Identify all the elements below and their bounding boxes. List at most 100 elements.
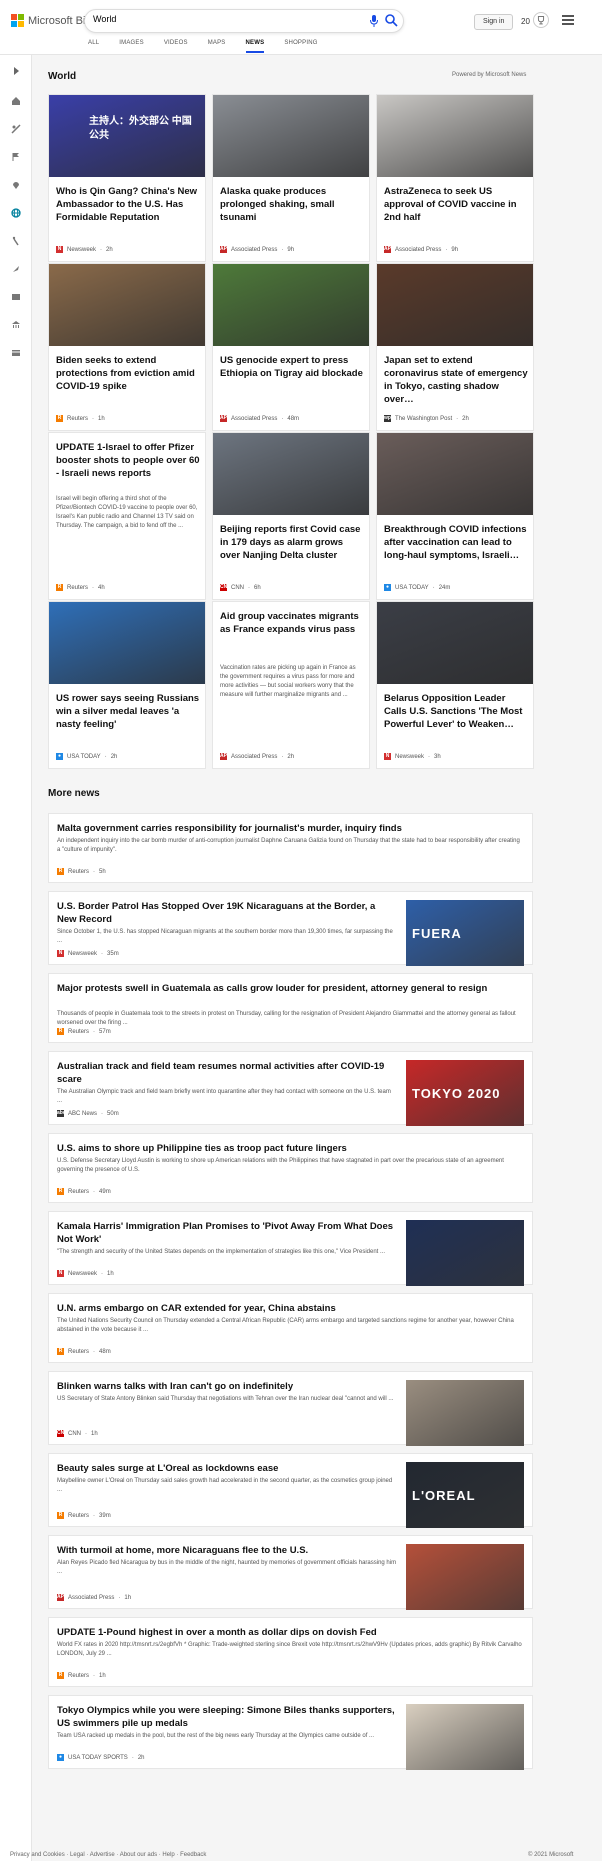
news-card[interactable]: UPDATE 1-Israel to offer Pfizer booster … [48,432,206,600]
more-news-item[interactable]: Major protests swell in Guatemala as cal… [48,973,533,1043]
more-news-source[interactable]: ● USA TODAY SPORTS · 2h [57,1754,145,1761]
news-card-title[interactable]: US genocide expert to press Ethiopia on … [220,354,365,380]
news-card-source[interactable]: AP Associated Press · 9h [384,246,458,253]
news-card-image[interactable]: 主持人：外交部公 中国公共 [49,95,205,177]
news-card-image[interactable] [213,95,369,177]
news-card[interactable]: Alaska quake produces prolonged shaking,… [212,94,370,262]
news-card-image[interactable] [213,433,369,515]
more-news-item[interactable]: Blinken warns talks with Iran can't go o… [48,1371,533,1446]
news-card-source[interactable]: AP Associated Press · 48m [220,415,299,422]
more-news-source[interactable]: R Reuters · 39m [57,1512,111,1519]
search-box[interactable] [84,9,404,33]
rewards-trophy-icon[interactable] [533,12,549,28]
more-news-item[interactable]: Kamala Harris' Immigration Plan Promises… [48,1211,533,1286]
news-card-image[interactable] [49,602,205,684]
news-card-source[interactable]: CNN CNN · 6h [220,584,261,591]
rocket-icon[interactable] [11,264,21,274]
powered-by[interactable]: Powered by Microsoft News [452,72,526,78]
more-news-title[interactable]: U.N. arms embargo on CAR extended for ye… [57,1302,522,1315]
tab-shopping[interactable]: SHOPPING [284,40,317,53]
more-news-item[interactable]: U.S. Border Patrol Has Stopped Over 19K … [48,891,533,966]
more-news-thumbnail[interactable] [406,1704,524,1770]
more-news-item[interactable]: U.S. aims to shore up Philippine ties as… [48,1133,533,1203]
more-news-item[interactable]: UPDATE 1-Pound highest in over a month a… [48,1617,533,1687]
news-card-title[interactable]: Belarus Opposition Leader Calls U.S. San… [384,692,529,731]
more-news-title[interactable]: U.S. Border Patrol Has Stopped Over 19K … [57,900,397,926]
more-news-item[interactable]: Tokyo Olympics while you were sleeping: … [48,1695,533,1770]
news-card[interactable]: Belarus Opposition Leader Calls U.S. San… [376,601,534,769]
news-card[interactable]: Beijing reports first Covid case in 179 … [212,432,370,600]
more-news-title[interactable]: Malta government carries responsibility … [57,822,522,835]
news-card[interactable]: AstraZeneca to seek US approval of COVID… [376,94,534,262]
news-card-image[interactable] [377,264,533,346]
news-card-image[interactable] [377,95,533,177]
more-news-title[interactable]: With turmoil at home, more Nicaraguans f… [57,1544,397,1557]
news-card-source[interactable]: AP Associated Press · 2h [220,753,294,760]
home-icon[interactable] [11,96,21,106]
more-news-thumbnail[interactable] [406,1220,524,1286]
tab-all[interactable]: ALL [88,40,99,53]
more-news-title[interactable]: Blinken warns talks with Iran can't go o… [57,1380,397,1393]
more-news-title[interactable]: U.S. aims to shore up Philippine ties as… [57,1142,522,1155]
more-news-source[interactable]: R Reuters · 49m [57,1188,111,1195]
more-news-thumbnail[interactable]: TOKYO 2020 [406,1060,524,1126]
hamburger-menu-icon[interactable] [562,15,574,25]
news-card-title[interactable]: Japan set to extend coronavirus state of… [384,354,529,406]
news-card[interactable]: US rower says seeing Russians win a silv… [48,601,206,769]
microphone-icon[interactable] [369,14,379,28]
flag-icon[interactable] [11,152,21,162]
video-icon[interactable] [11,292,21,302]
more-news-source[interactable]: R Reuters · 5h [57,868,106,875]
news-card-title[interactable]: Breakthrough COVID infections after vacc… [384,523,529,562]
expand-arrow-icon[interactable] [11,66,21,76]
bank-icon[interactable] [11,320,21,330]
tab-maps[interactable]: MAPS [208,40,226,53]
globe-icon[interactable] [11,208,21,218]
tab-images[interactable]: IMAGES [119,40,144,53]
more-news-thumbnail[interactable] [406,1544,524,1610]
news-card-title[interactable]: AstraZeneca to seek US approval of COVID… [384,185,529,224]
more-news-item[interactable]: U.N. arms embargo on CAR extended for ye… [48,1293,533,1363]
more-news-thumbnail[interactable] [406,1380,524,1446]
news-card-image[interactable] [377,433,533,515]
more-news-source[interactable]: AP Associated Press · 1h [57,1594,131,1601]
more-news-source[interactable]: abc ABC News · 50m [57,1110,119,1117]
card-icon[interactable] [11,348,21,358]
more-news-title[interactable]: Kamala Harris' Immigration Plan Promises… [57,1220,397,1246]
more-news-title[interactable]: Australian track and field team resumes … [57,1060,397,1086]
news-card-source[interactable]: wp The Washington Post · 2h [384,415,469,422]
more-news-title[interactable]: Major protests swell in Guatemala as cal… [57,982,522,995]
news-card-source[interactable]: ● USA TODAY · 2h [56,753,117,760]
more-news-title[interactable]: Beauty sales surge at L'Oreal as lockdow… [57,1462,397,1475]
news-card[interactable]: Breakthrough COVID infections after vacc… [376,432,534,600]
news-card[interactable]: Aid group vaccinates migrants as France … [212,601,370,769]
news-card[interactable]: Japan set to extend coronavirus state of… [376,263,534,431]
more-news-item[interactable]: With turmoil at home, more Nicaraguans f… [48,1535,533,1610]
news-card[interactable]: US genocide expert to press Ethiopia on … [212,263,370,431]
news-card-source[interactable]: N Newsweek · 3h [384,753,441,760]
news-card-title[interactable]: Beijing reports first Covid case in 179 … [220,523,365,562]
news-card-title[interactable]: UPDATE 1-Israel to offer Pfizer booster … [56,441,201,480]
news-card-title[interactable]: Biden seeks to extend protections from e… [56,354,201,393]
more-news-source[interactable]: N Newsweek · 1h [57,1270,114,1277]
more-news-item[interactable]: Australian track and field team resumes … [48,1051,533,1126]
science-icon[interactable] [11,124,21,134]
news-card-image[interactable] [377,602,533,684]
news-card[interactable]: 主持人：外交部公 中国公共 Who is Qin Gang? China's Ne… [48,94,206,262]
news-card[interactable]: Biden seeks to extend protections from e… [48,263,206,431]
more-news-item[interactable]: Malta government carries responsibility … [48,813,533,883]
rewards-count[interactable]: 20 [521,17,530,26]
more-news-title[interactable]: Tokyo Olympics while you were sleeping: … [57,1704,397,1730]
search-input[interactable] [93,14,343,24]
more-news-source[interactable]: CNN CNN · 1h [57,1430,98,1437]
more-news-thumbnail[interactable]: FUERA [406,900,524,966]
news-card-title[interactable]: Aid group vaccinates migrants as France … [220,610,365,636]
more-news-thumbnail[interactable]: L'OREAL [406,1462,524,1528]
news-card-source[interactable]: ● USA TODAY · 24m [384,584,450,591]
news-card-source[interactable]: AP Associated Press · 9h [220,246,294,253]
more-news-source[interactable]: R Reuters · 57m [57,1028,111,1035]
news-card-title[interactable]: US rower says seeing Russians win a silv… [56,692,201,731]
more-news-title[interactable]: UPDATE 1-Pound highest in over a month a… [57,1626,522,1639]
tab-videos[interactable]: VIDEOS [164,40,188,53]
search-icon[interactable] [384,13,398,27]
